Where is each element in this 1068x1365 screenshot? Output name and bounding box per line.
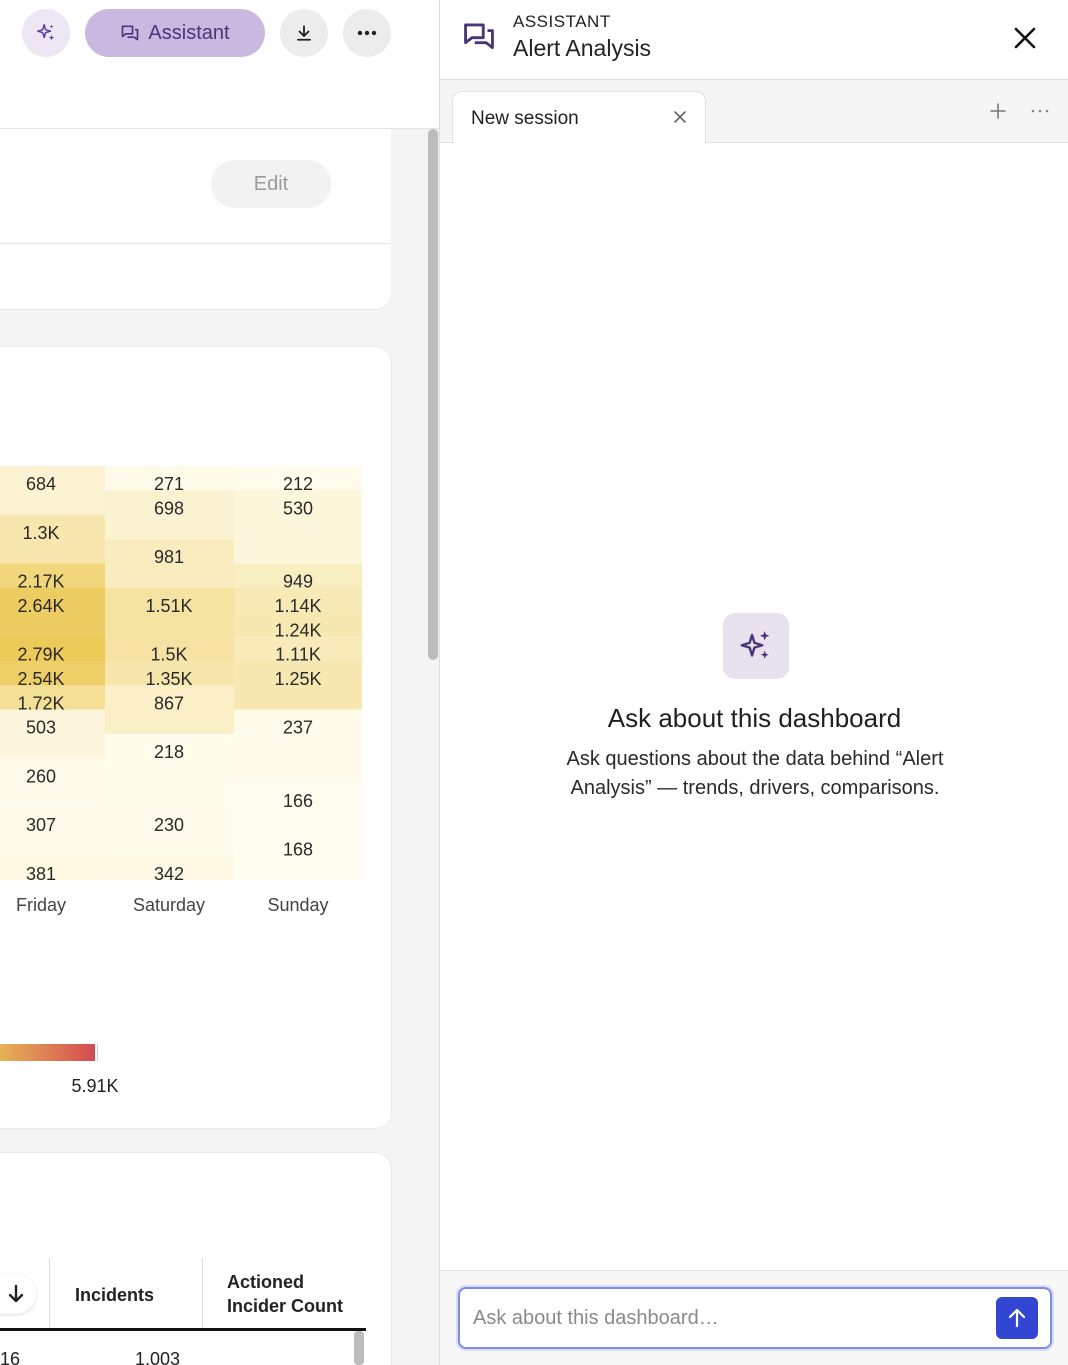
x-axis-tick-label: Sunday — [267, 895, 328, 915]
heatmap-cell — [234, 758, 362, 784]
color-scale-max-label: 5.91K — [71, 1076, 118, 1096]
x-axis-tick-label: Saturday — [133, 895, 205, 915]
table-header-underline — [0, 1328, 366, 1331]
heatmap-value-label: 218 — [154, 742, 184, 762]
heatmap-value-label: 1.35K — [145, 669, 192, 689]
heatmap-value-label: 2.79K — [17, 645, 64, 665]
x-axis-tick-label: Friday — [16, 895, 66, 915]
heatmap-cell — [234, 539, 362, 564]
table-scrollbar[interactable] — [354, 1331, 364, 1365]
dashboard-toolbar: Assistant — [0, 0, 439, 129]
divider — [0, 243, 391, 244]
ellipsis-icon — [357, 30, 377, 36]
arrow-down-icon — [8, 1284, 24, 1303]
heatmap-value-label: 867 — [154, 693, 184, 713]
assistant-button[interactable]: Assistant — [85, 9, 265, 57]
dashboard-area: Assistant Edit 684 1.3K 2.17K 2.64K 2.79K 2.5… — [0, 0, 439, 1365]
sparkle-icon — [740, 630, 770, 659]
color-scale-bar — [0, 1044, 95, 1061]
heatmap-value-label: 342 — [154, 864, 184, 884]
heatmap-chart: 684 1.3K 2.17K 2.64K 2.79K 2.54K 1.72K 503 260 30… — [0, 466, 362, 1096]
heatmap-value-label: 168 — [283, 839, 313, 859]
chat-icon — [122, 25, 139, 41]
heatmap-value-label: 166 — [283, 791, 313, 811]
tab-label: New session — [471, 108, 579, 129]
close-icon — [1014, 27, 1036, 49]
session-more-button[interactable] — [1028, 99, 1052, 123]
heatmap-value-label: 1.5K — [150, 645, 187, 665]
new-session-button[interactable] — [986, 99, 1010, 123]
column-divider — [49, 1258, 50, 1328]
assistant-header: ASSISTANT Alert Analysis — [440, 0, 1068, 80]
table-cell: 016 — [0, 1349, 21, 1365]
heatmap-value-label: 2.54K — [17, 669, 64, 689]
edit-button[interactable]: Edit — [211, 160, 331, 208]
assistant-panel: ASSISTANT Alert Analysis New session Ask… — [439, 0, 1068, 1365]
chat-input[interactable] — [458, 1287, 1052, 1349]
heatmap-value-label: 949 — [283, 572, 313, 592]
assistant-kicker: ASSISTANT — [513, 12, 611, 31]
heatmap-value-label: 1.25K — [274, 669, 321, 689]
sort-toggle[interactable] — [0, 1274, 36, 1314]
heatmap-value-label: 1.11K — [275, 645, 321, 665]
table-card: Incidents Actioned Incider Count 016 1,0… — [0, 1153, 391, 1365]
heatmap-value-label: 237 — [283, 718, 313, 738]
color-scale-tick — [97, 1044, 98, 1061]
heatmap-value-label: 2.64K — [17, 596, 64, 616]
close-icon — [674, 111, 686, 123]
header-card — [0, 129, 391, 310]
assistant-title: Alert Analysis — [513, 35, 652, 61]
download-button[interactable] — [280, 9, 328, 57]
heatmap-value-label: 307 — [26, 815, 56, 835]
heatmap-value-label: 530 — [283, 499, 313, 519]
heatmap-value-label: 503 — [26, 718, 56, 738]
heatmap-value-label: 1.3K — [22, 523, 59, 543]
heatmap-cell — [105, 782, 234, 808]
heatmap-card: 684 1.3K 2.17K 2.64K 2.79K 2.54K 1.72K 503 260 30… — [0, 347, 391, 1128]
heatmap-value-label: 381 — [26, 864, 56, 884]
heatmap-value-label: 2.17K — [17, 572, 64, 592]
heatmap-value-label: 698 — [154, 499, 184, 519]
chat-icon — [464, 23, 494, 50]
heatmap-value-label: 1.14K — [274, 596, 321, 616]
sparkle-icon — [37, 24, 55, 41]
heatmap-value-label: 230 — [154, 815, 184, 835]
chat-input-bar — [440, 1270, 1068, 1365]
session-tabs: New session — [440, 80, 1068, 144]
page-scrollbar-thumb[interactable] — [428, 129, 438, 660]
column-header-incidents[interactable]: Incidents — [75, 1283, 154, 1307]
arrow-up-icon — [1008, 1308, 1026, 1328]
heatmap-value-label: 684 — [26, 474, 56, 494]
heatmap-value-label: 981 — [154, 547, 184, 567]
send-button[interactable] — [996, 1297, 1038, 1339]
ellipsis-icon — [1031, 109, 1049, 113]
empty-state-icon-tile — [723, 613, 789, 679]
empty-state-title: Ask about this dashboard — [607, 703, 902, 733]
close-tab-button[interactable] — [669, 106, 691, 128]
column-divider — [202, 1258, 203, 1328]
assistant-button-label: Assistant — [148, 21, 230, 44]
heatmap-value-label: 1.51K — [145, 596, 192, 616]
heatmap-value-label: 260 — [26, 766, 56, 786]
heatmap-value-label: 1.24K — [274, 620, 321, 640]
heatmap-value-label: 212 — [283, 474, 313, 494]
more-options-button[interactable] — [343, 9, 391, 57]
table-cell: 1,003 — [135, 1349, 181, 1365]
empty-state-description: Ask questions about the data behind “Ale… — [566, 748, 944, 799]
download-icon — [297, 25, 311, 41]
ai-sparkle-button[interactable] — [22, 9, 70, 57]
tab-new-session[interactable]: New session — [452, 91, 706, 144]
heatmap-value-label: 1.72K — [17, 693, 64, 713]
heatmap-value-label: 271 — [154, 474, 184, 494]
plus-icon — [990, 103, 1006, 119]
column-header-actioned-count[interactable]: Actioned Incider Count — [227, 1270, 367, 1318]
close-panel-button[interactable] — [1007, 20, 1043, 56]
